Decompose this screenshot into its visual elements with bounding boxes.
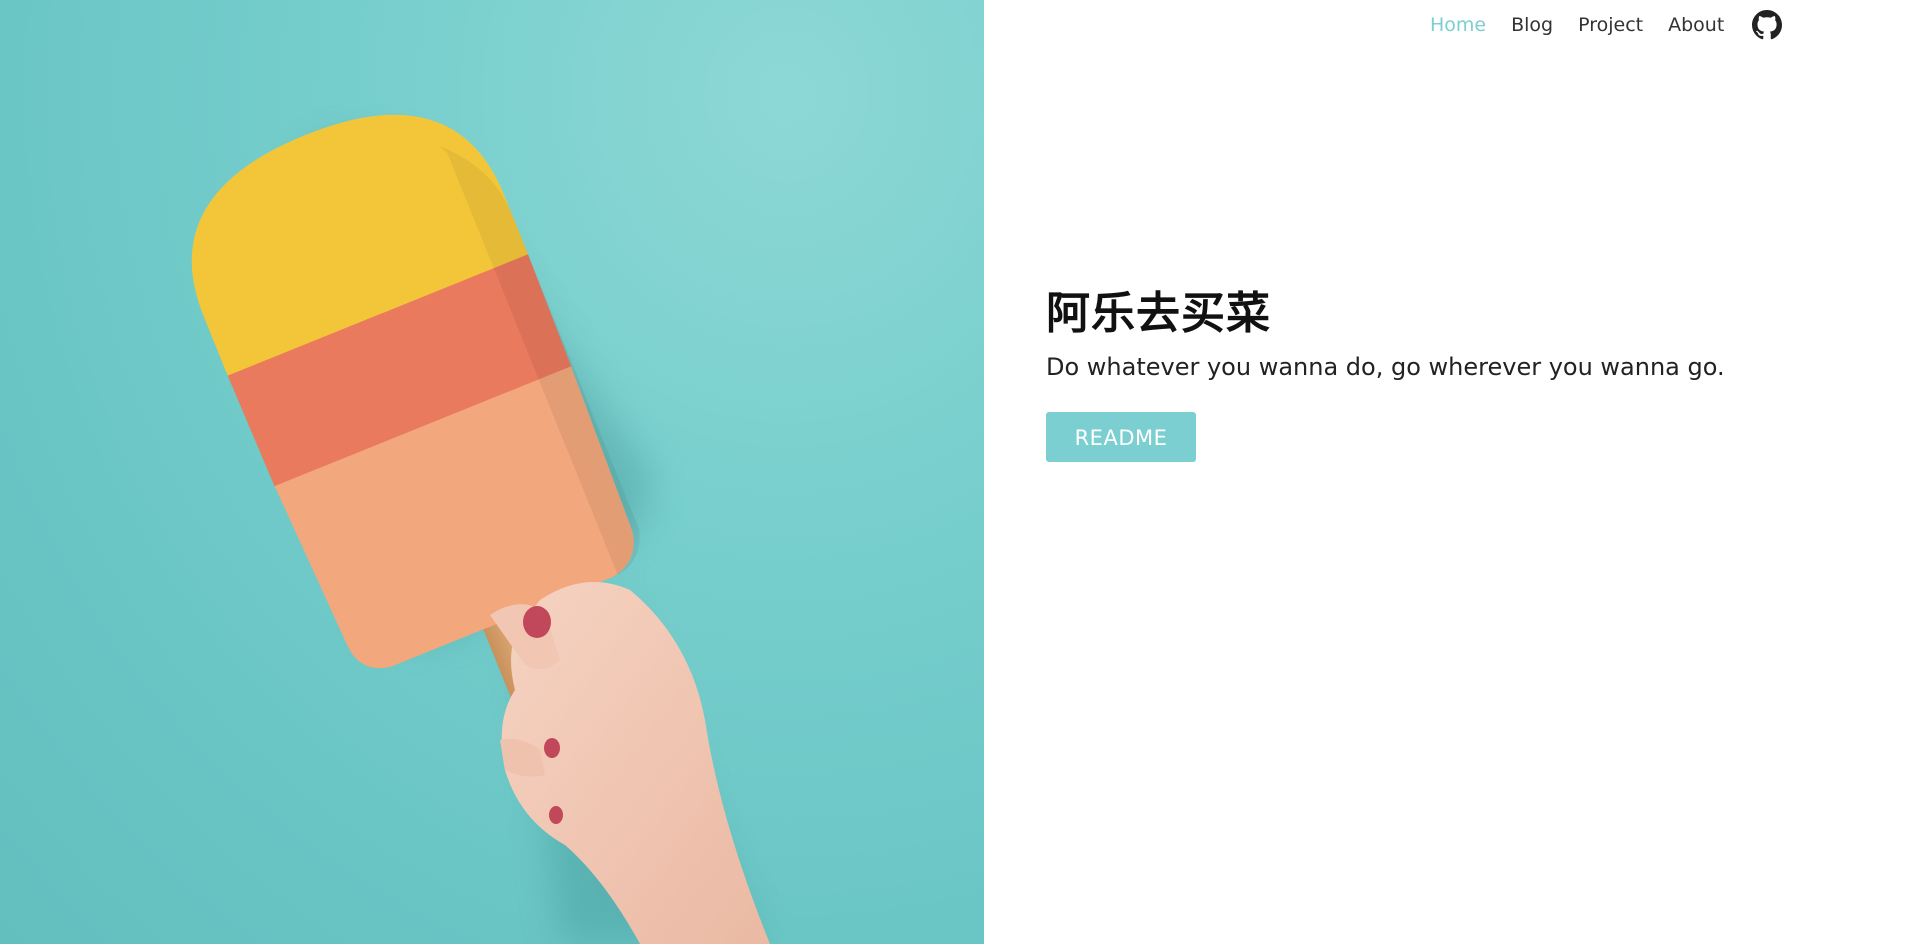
github-icon[interactable] [1752, 10, 1783, 40]
site-title: 阿乐去买菜 [1046, 288, 1271, 339]
hand [490, 582, 770, 944]
nav-about-link[interactable]: About [1668, 10, 1724, 40]
readme-button[interactable]: README [1046, 412, 1196, 462]
site-tagline: Do whatever you wanna do, go wherever yo… [1046, 353, 1725, 381]
intro-section: 阿乐去买菜 Do whatever you wanna do, go where… [1046, 286, 1846, 462]
hero-image [0, 0, 984, 944]
nav-project-link[interactable]: Project [1578, 10, 1643, 40]
nail [523, 606, 551, 638]
nav-home-link[interactable]: Home [1430, 10, 1486, 40]
popsicle-illustration [191, 114, 770, 944]
top-nav: Home Blog Project About [1430, 10, 1783, 40]
page: Home Blog Project About 阿乐去买菜 Do whateve… [0, 0, 1915, 944]
nav-blog-link[interactable]: Blog [1511, 10, 1553, 40]
